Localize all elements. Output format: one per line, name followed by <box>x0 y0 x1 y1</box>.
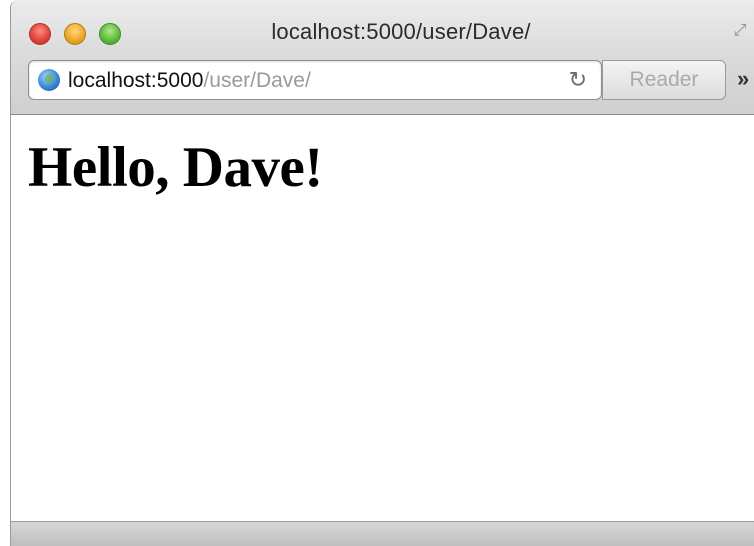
title-bar: localhost:5000/user/Dave/ ⤢ localhost:50… <box>11 0 754 115</box>
url-host: localhost:5000 <box>68 69 204 92</box>
page-heading: Hello, Dave! <box>28 136 323 199</box>
reload-icon[interactable]: ↻ <box>569 67 587 93</box>
zoom-window-button[interactable] <box>99 23 121 45</box>
minimize-window-button[interactable] <box>64 23 86 45</box>
window-title: localhost:5000/user/Dave/ <box>271 19 531 44</box>
reader-button[interactable]: Reader <box>602 60 726 100</box>
url-path: /user/Dave/ <box>203 69 311 92</box>
address-bar[interactable]: localhost:5000/user/Dave/ ↻ <box>28 60 602 100</box>
page-content: Hello, Dave! <box>11 115 754 522</box>
globe-icon <box>38 69 60 91</box>
status-bar <box>11 521 754 546</box>
url-text[interactable]: localhost:5000/user/Dave/ <box>68 69 311 93</box>
browser-window: localhost:5000/user/Dave/ ⤢ localhost:50… <box>10 0 754 546</box>
close-window-button[interactable] <box>29 23 51 45</box>
toolbar-overflow-icon[interactable]: » <box>737 66 749 92</box>
fullscreen-icon[interactable]: ⤢ <box>729 20 751 42</box>
